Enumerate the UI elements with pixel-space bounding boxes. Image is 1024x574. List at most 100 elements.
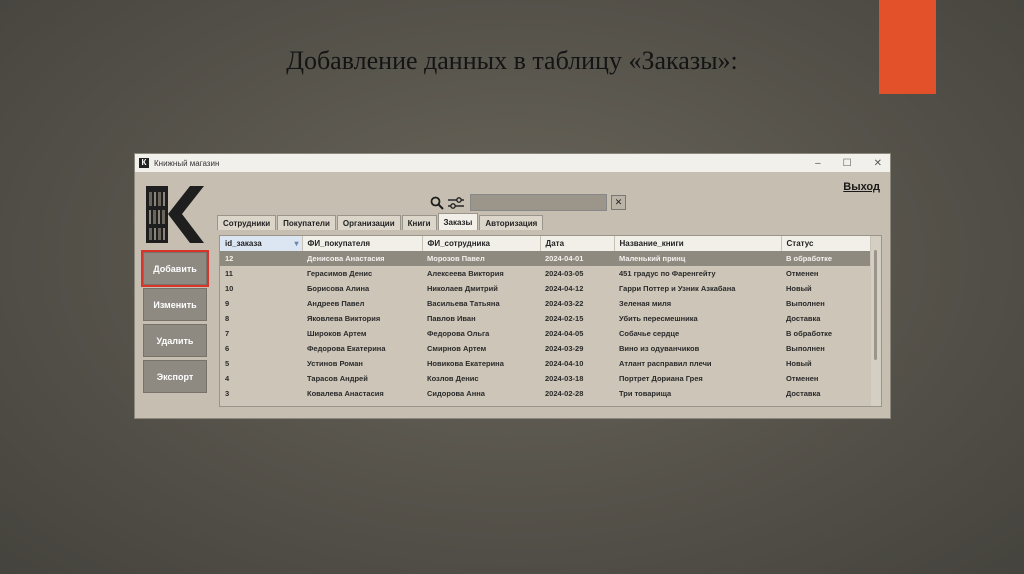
cell-employee: Новикова Екатерина [427, 359, 504, 368]
table-row[interactable]: 4 Тарасов Андрей Козлов Денис 2024-03-18… [220, 371, 870, 386]
cell-customer: Широков Артем [307, 329, 367, 338]
cell-date: 2024-04-12 [545, 284, 584, 293]
column-header-date[interactable]: Дата [540, 236, 615, 251]
table-header-row: id_заказа ▾ ФИ_покупателя ФИ_сотрудника Д… [220, 236, 871, 251]
cell-book: Убить пересмешника [619, 314, 698, 323]
cell-status: В обработке [781, 251, 870, 266]
app-icon: К [139, 158, 149, 168]
cell-employee: Морозов Павел [422, 251, 540, 266]
cell-status: Доставка [786, 389, 821, 398]
cell-customer: Федорова Екатерина [307, 344, 386, 353]
cell-employee: Алексеева Виктория [427, 269, 504, 278]
cell-status: Новый [786, 359, 812, 368]
cell-employee: Козлов Денис [427, 374, 479, 383]
cell-employee: Васильева Татьяна [427, 299, 500, 308]
window-title: Книжный магазин [154, 158, 220, 168]
table-row[interactable]: 9 Андреев Павел Васильева Татьяна 2024-0… [220, 296, 870, 311]
cell-status: Новый [786, 284, 812, 293]
tab-orders[interactable]: Заказы [437, 213, 479, 230]
cell-customer: Денисова Анастасия [302, 251, 422, 266]
cell-date: 2024-03-05 [545, 269, 584, 278]
cell-id: 9 [225, 299, 230, 308]
app-window: К Книжный магазин – ☐ ✕ Выход ✕ Сотрудни… [134, 153, 891, 419]
close-button[interactable]: ✕ [874, 158, 882, 169]
table-row[interactable]: 3 Ковалева Анастасия Сидорова Анна 2024-… [220, 386, 870, 401]
cell-id: 6 [225, 344, 230, 353]
logo-icon [144, 184, 204, 245]
cell-employee: Смирнов Артем [427, 344, 487, 353]
cell-employee: Николаев Дмитрий [427, 284, 498, 293]
cell-customer: Устинов Роман [307, 359, 363, 368]
cell-book: Вино из одуванчиков [619, 344, 700, 353]
cell-status: Отменен [786, 374, 819, 383]
cell-id: 3 [225, 389, 230, 398]
column-header-book[interactable]: Название_книги [614, 236, 782, 251]
cell-book: Три товарища [619, 389, 672, 398]
table-row[interactable]: 8 Яковлева Виктория Павлов Иван 2024-02-… [220, 311, 870, 326]
cell-book: Маленький принц [614, 251, 781, 266]
sort-chevron-down-icon: ▾ [294, 239, 299, 248]
column-header-employee[interactable]: ФИ_сотрудника [422, 236, 541, 251]
delete-button[interactable]: Удалить [143, 324, 207, 357]
cell-book: Атлант расправил плечи [619, 359, 712, 368]
export-button[interactable]: Экспорт [143, 360, 207, 393]
tab-employees[interactable]: Сотрудники [217, 215, 277, 230]
cell-status: Выполнен [786, 344, 825, 353]
cell-book: Собачье сердце [619, 329, 680, 338]
cell-date: 2024-04-01 [540, 251, 614, 266]
tab-books[interactable]: Книги [401, 215, 437, 230]
tab-bar: Сотрудники Покупатели Организации Книги … [217, 213, 544, 230]
exit-link[interactable]: Выход [843, 181, 880, 193]
column-header-id[interactable]: id_заказа ▾ [220, 236, 303, 251]
cell-customer: Борисова Алина [307, 284, 370, 293]
cell-date: 2024-04-10 [545, 359, 584, 368]
cell-customer: Андреев Павел [307, 299, 365, 308]
cell-customer: Яковлева Виктория [307, 314, 381, 323]
cell-date: 2024-03-29 [545, 344, 584, 353]
column-header-customer[interactable]: ФИ_покупателя [302, 236, 423, 251]
cell-id: 7 [225, 329, 230, 338]
cell-id: 11 [225, 269, 233, 278]
table-row[interactable]: 5 Устинов Роман Новикова Екатерина 2024-… [220, 356, 870, 371]
cell-status: В обработке [786, 329, 833, 338]
table-row[interactable]: 11 Герасимов Денис Алексеева Виктория 20… [220, 266, 870, 281]
cell-status: Выполнен [786, 299, 825, 308]
table-row[interactable]: 12 Денисова Анастасия Морозов Павел 2024… [220, 251, 870, 266]
cell-id: 4 [225, 374, 230, 383]
cell-book: 451 градус по Фаренгейту [619, 269, 716, 278]
table-row[interactable]: 6 Федорова Екатерина Смирнов Артем 2024-… [220, 341, 870, 356]
maximize-button[interactable]: ☐ [843, 158, 852, 169]
tab-authorization[interactable]: Авторизация [479, 215, 544, 230]
cell-status: Доставка [786, 314, 821, 323]
filter-sliders-icon[interactable] [448, 196, 464, 209]
cell-date: 2024-03-22 [545, 299, 584, 308]
vertical-scrollbar[interactable] [871, 236, 881, 406]
search-bar: ✕ [430, 194, 626, 211]
add-button[interactable]: Добавить [141, 250, 209, 287]
cell-customer: Тарасов Андрей [307, 374, 368, 383]
search-input[interactable] [470, 194, 607, 211]
cell-id: 10 [225, 284, 234, 293]
search-icon[interactable] [430, 196, 444, 210]
cell-date: 2024-04-05 [545, 329, 584, 338]
table-row[interactable]: 7 Широков Артем Федорова Ольга 2024-04-0… [220, 326, 870, 341]
cell-book: Портрет Дориана Грея [619, 374, 703, 383]
clear-search-button[interactable]: ✕ [611, 195, 626, 210]
column-header-status[interactable]: Статус [781, 236, 871, 251]
cell-date: 2024-03-18 [545, 374, 584, 383]
scrollbar-thumb[interactable] [874, 250, 877, 360]
minimize-button[interactable]: – [815, 158, 821, 169]
cell-employee: Сидорова Анна [427, 389, 485, 398]
tab-customers[interactable]: Покупатели [277, 215, 336, 230]
edit-button[interactable]: Изменить [143, 288, 207, 321]
cell-customer: Ковалева Анастасия [307, 389, 384, 398]
cell-date: 2024-02-15 [545, 314, 584, 323]
table-row[interactable]: 10 Борисова Алина Николаев Дмитрий 2024-… [220, 281, 870, 296]
cell-employee: Федорова Ольга [427, 329, 490, 338]
window-titlebar: К Книжный магазин – ☐ ✕ [135, 154, 890, 172]
cell-id: 12 [220, 251, 302, 266]
cell-employee: Павлов Иван [427, 314, 476, 323]
cell-date: 2024-02-28 [545, 389, 584, 398]
tab-organizations[interactable]: Организации [336, 215, 401, 230]
cell-book: Зеленая миля [619, 299, 672, 308]
